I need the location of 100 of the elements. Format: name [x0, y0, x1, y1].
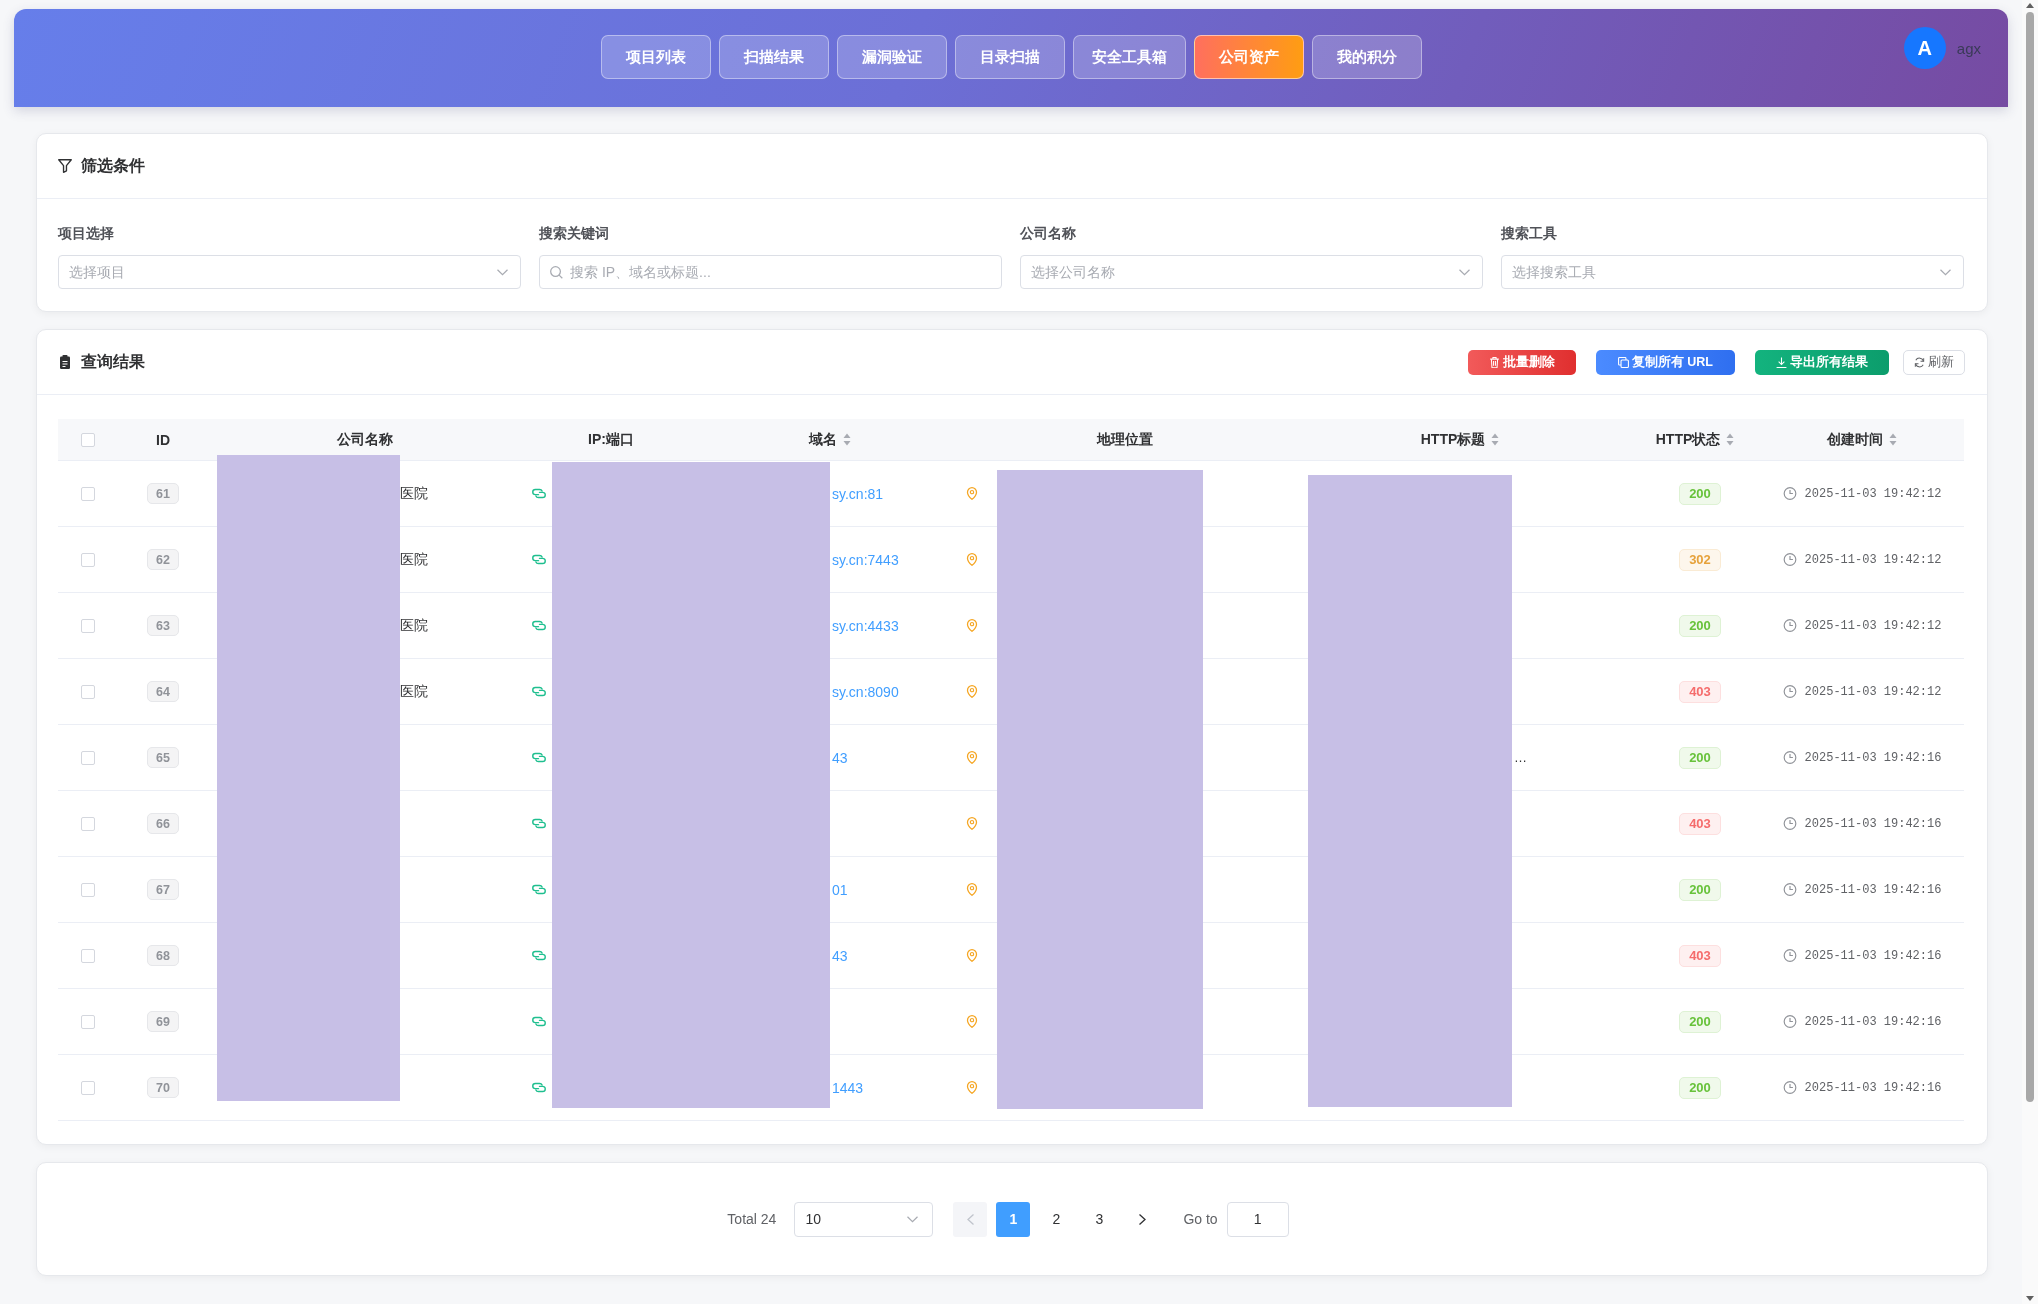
delete-button[interactable]: 批量删除	[1467, 349, 1576, 375]
clock-icon	[1782, 883, 1797, 896]
chevron-down-icon	[1459, 269, 1470, 276]
nav-tab[interactable]: 我的积分	[1311, 35, 1422, 79]
nav-tab[interactable]: 项目列表	[600, 35, 711, 79]
scrollbar-thumb[interactable]	[2026, 12, 2034, 1102]
domain-link[interactable]: sy.cn:7443	[832, 551, 899, 568]
sort-icon[interactable]	[1726, 433, 1735, 446]
checkbox[interactable]	[81, 618, 95, 633]
clock-icon	[1782, 817, 1797, 830]
scrollbar[interactable]	[2022, 0, 2038, 1304]
checkbox[interactable]	[81, 882, 95, 897]
nav-tab[interactable]: 目录扫描	[954, 35, 1065, 79]
field-label: 项目选择	[58, 224, 115, 243]
created-time: 2025-11-03 19:42:16	[1804, 750, 1942, 765]
sort-icon[interactable]	[1889, 433, 1897, 446]
select-field[interactable]: 选择项目	[58, 255, 521, 289]
link-icon[interactable]	[532, 817, 546, 830]
refresh-button[interactable]: 刷新	[1903, 349, 1965, 375]
domain-link[interactable]: 01	[832, 881, 848, 898]
checkbox[interactable]	[81, 948, 95, 963]
created-time: 2025-11-03 19:42:16	[1804, 948, 1942, 963]
column-header: 公司名称	[337, 430, 393, 449]
checkbox[interactable]	[81, 432, 95, 447]
status-badge: 200	[1679, 482, 1721, 505]
copy-icon	[1617, 356, 1629, 368]
export-button[interactable]: 导出所有结果	[1755, 349, 1889, 375]
chevron-left-icon	[966, 1213, 974, 1225]
link-icon[interactable]	[532, 685, 546, 698]
sort-icon[interactable]	[1491, 433, 1500, 446]
status-badge: 200	[1679, 1010, 1721, 1033]
created-time: 2025-11-03 19:42:12	[1804, 486, 1942, 501]
column-header: HTTP标题	[1420, 430, 1486, 449]
clock-icon	[1782, 1015, 1797, 1028]
location-pin-icon	[965, 619, 979, 632]
search-field[interactable]: 搜索 IP、域名或标题...	[539, 255, 1002, 289]
filter-icon	[58, 159, 72, 173]
domain-link[interactable]: sy.cn:8090	[832, 683, 899, 700]
column-header: HTTP状态	[1655, 430, 1721, 449]
copy-button[interactable]: 复制所有 URL	[1595, 349, 1735, 375]
id-badge: 65	[147, 747, 179, 768]
status-badge: 403	[1679, 680, 1721, 703]
checkbox[interactable]	[81, 1080, 95, 1095]
checkbox[interactable]	[81, 552, 95, 567]
select-field[interactable]: 选择搜索工具	[1501, 255, 1964, 289]
link-icon[interactable]	[532, 751, 546, 764]
link-icon[interactable]	[532, 883, 546, 896]
created-time: 2025-11-03 19:42:16	[1804, 882, 1942, 897]
status-badge: 200	[1679, 878, 1721, 901]
nav-tab[interactable]: 安全工具箱	[1072, 35, 1186, 79]
chevron-down-icon	[907, 1215, 919, 1223]
user-avatar[interactable]: A	[1903, 27, 1946, 69]
sort-icon[interactable]	[843, 433, 851, 446]
download-icon	[1776, 356, 1787, 368]
http-title: …	[1514, 750, 1527, 765]
domain-link[interactable]: sy.cn:4433	[832, 617, 899, 634]
chevron-right-icon	[1138, 1213, 1146, 1225]
id-badge: 68	[147, 945, 179, 966]
link-icon[interactable]	[532, 949, 546, 962]
domain-link[interactable]: 43	[832, 947, 848, 964]
nav-tab[interactable]: 扫描结果	[718, 35, 829, 79]
column-header: 域名	[809, 430, 837, 449]
location-pin-icon	[965, 949, 979, 962]
page-number[interactable]: 1	[996, 1201, 1031, 1237]
link-icon[interactable]	[532, 487, 546, 500]
link-icon[interactable]	[532, 553, 546, 566]
status-badge: 403	[1679, 812, 1721, 835]
checkbox[interactable]	[81, 750, 95, 765]
company-name: 医院	[400, 550, 428, 569]
total-count: Total 24	[727, 1211, 777, 1227]
id-badge: 63	[147, 615, 179, 636]
nav-tab[interactable]: 漏洞验证	[836, 35, 947, 79]
domain-link[interactable]: 43	[832, 749, 848, 766]
id-badge: 69	[147, 1011, 179, 1032]
goto-page-input[interactable]: 1	[1226, 1201, 1289, 1237]
caret-up-icon[interactable]	[2026, 3, 2034, 8]
company-name: 医院	[400, 682, 428, 701]
nav-tab[interactable]: 公司资产	[1193, 35, 1304, 79]
location-pin-icon	[965, 487, 979, 500]
page-number[interactable]: 3	[1082, 1201, 1117, 1237]
id-badge: 64	[147, 681, 179, 702]
select-field[interactable]: 选择公司名称	[1020, 255, 1483, 289]
clock-icon	[1782, 685, 1797, 698]
page-number[interactable]: 2	[1039, 1201, 1074, 1237]
clipboard-icon	[58, 355, 72, 369]
domain-link[interactable]: sy.cn:81	[832, 485, 884, 502]
location-pin-icon	[965, 817, 979, 830]
location-pin-icon	[965, 1015, 979, 1028]
checkbox[interactable]	[81, 1014, 95, 1029]
caret-down-icon[interactable]	[2026, 1296, 2034, 1301]
checkbox[interactable]	[81, 816, 95, 831]
link-icon[interactable]	[532, 1081, 546, 1094]
checkbox[interactable]	[81, 684, 95, 699]
search-icon	[550, 266, 563, 279]
link-icon[interactable]	[532, 619, 546, 632]
checkbox[interactable]	[81, 486, 95, 501]
status-badge: 302	[1679, 548, 1721, 571]
page-size-select[interactable]: 10	[794, 1201, 934, 1237]
domain-link[interactable]: 1443	[832, 1079, 864, 1096]
link-icon[interactable]	[532, 1015, 546, 1028]
